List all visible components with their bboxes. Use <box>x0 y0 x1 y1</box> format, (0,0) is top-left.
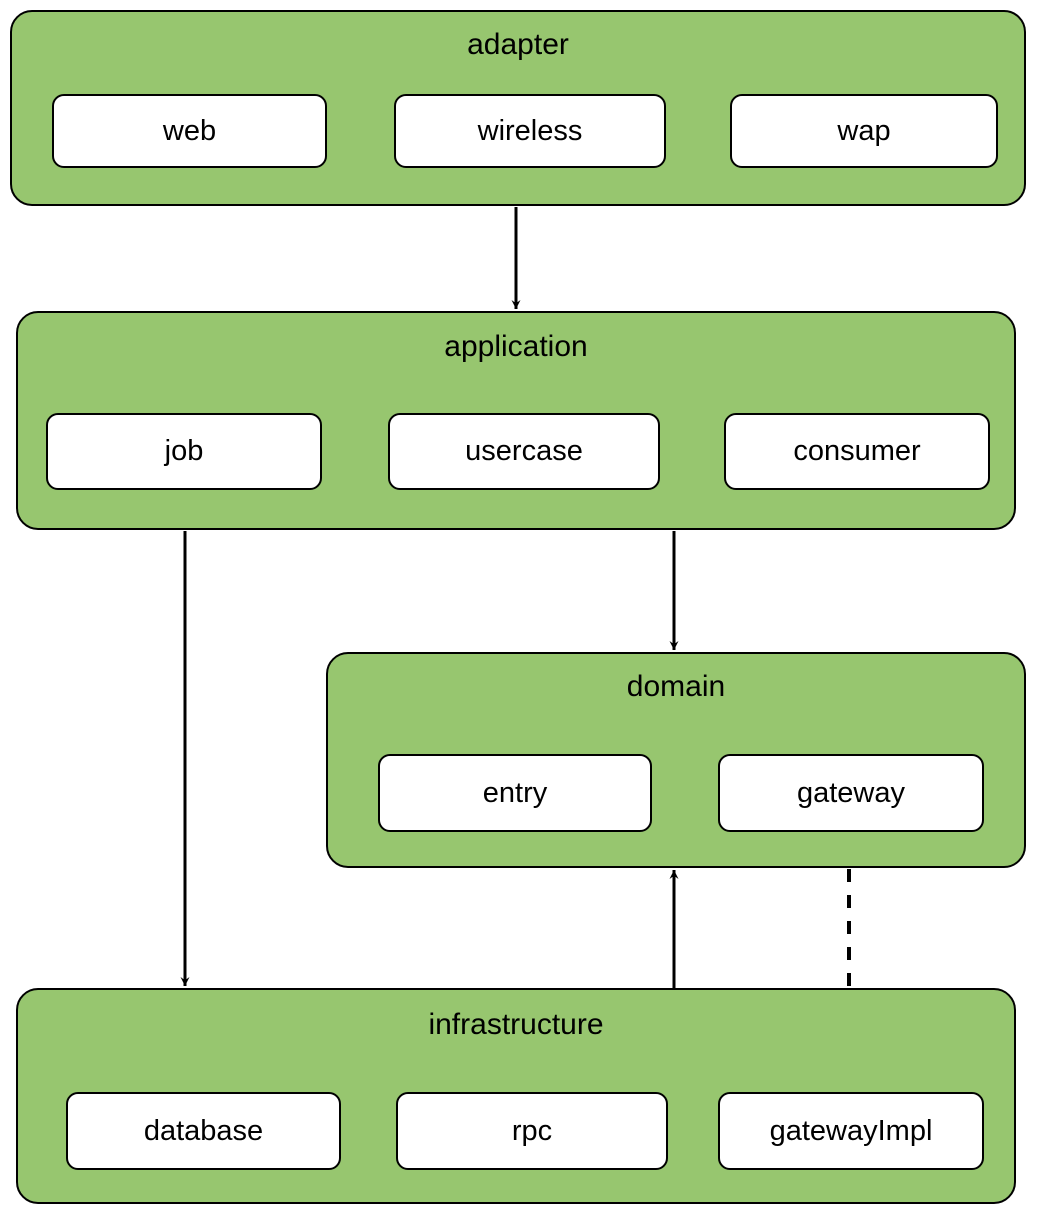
architecture-diagram: adapter web wireless wap application job… <box>0 0 1038 1226</box>
node-consumer[interactable]: consumer <box>724 413 990 490</box>
node-label-gatewayimpl: gatewayImpl <box>769 1114 933 1147</box>
layer-infrastructure[interactable]: infrastructure database rpc gatewayImpl <box>16 988 1016 1204</box>
node-gatewayimpl[interactable]: gatewayImpl <box>718 1092 984 1170</box>
node-usercase[interactable]: usercase <box>388 413 660 490</box>
node-database[interactable]: database <box>66 1092 341 1170</box>
node-label-wireless: wireless <box>477 114 583 147</box>
node-label-entry: entry <box>482 776 548 809</box>
node-entry[interactable]: entry <box>378 754 652 832</box>
node-label-web: web <box>162 114 217 147</box>
layer-title-domain: domain <box>626 670 726 703</box>
layer-title-adapter: adapter <box>467 28 569 61</box>
layer-application[interactable]: application job usercase consumer <box>16 311 1016 530</box>
layer-title-application: application <box>444 330 588 363</box>
node-label-gateway: gateway <box>796 776 905 809</box>
node-label-wap: wap <box>837 114 891 147</box>
layer-adapter[interactable]: adapter web wireless wap <box>10 10 1026 206</box>
node-label-consumer: consumer <box>793 435 921 467</box>
layer-title-infrastructure: infrastructure <box>428 1008 604 1041</box>
node-wireless[interactable]: wireless <box>394 94 666 168</box>
node-gateway[interactable]: gateway <box>718 754 984 832</box>
layer-domain[interactable]: domain entry gateway <box>326 652 1026 868</box>
node-job[interactable]: job <box>46 413 322 490</box>
node-wap[interactable]: wap <box>730 94 998 168</box>
node-rpc[interactable]: rpc <box>396 1092 668 1170</box>
node-web[interactable]: web <box>52 94 327 168</box>
node-label-database: database <box>143 1114 264 1147</box>
node-label-job: job <box>164 435 204 467</box>
node-label-rpc: rpc <box>511 1114 553 1147</box>
node-label-usercase: usercase <box>465 435 583 467</box>
